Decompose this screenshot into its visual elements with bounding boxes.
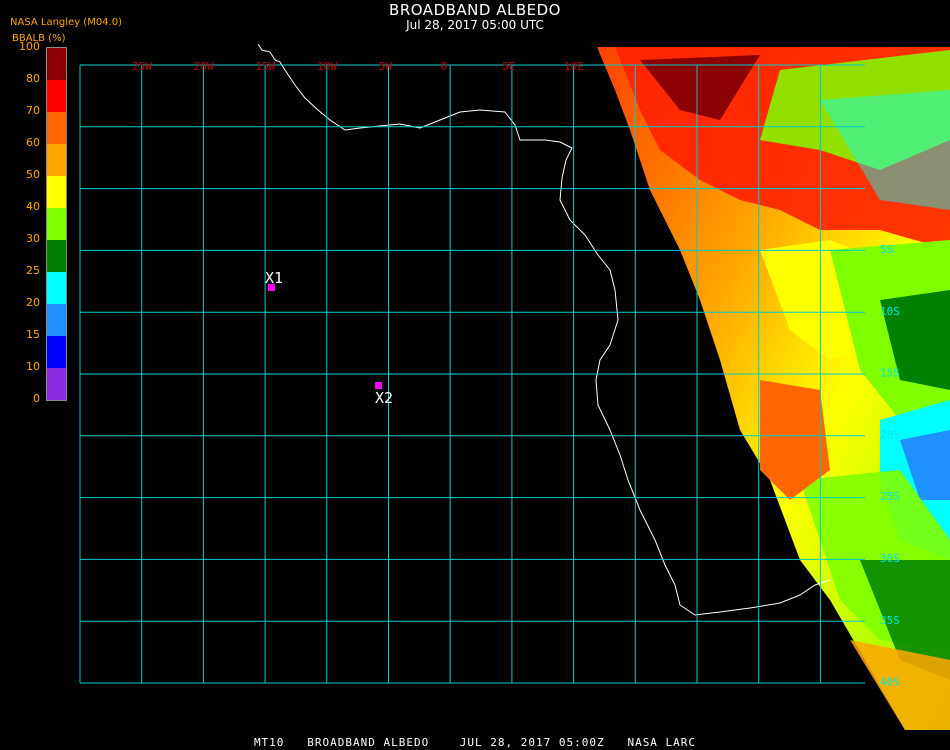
longitude-label: 10W: [317, 60, 337, 73]
marker-x2: X2: [375, 382, 393, 407]
longitude-label: 5W: [379, 60, 393, 73]
latitude-label: 35S: [880, 614, 900, 627]
longitude-label: 15W: [255, 60, 275, 73]
latitude-label: 40S: [880, 676, 900, 689]
longitude-labels: 25W 20W 15W 10W 5W 0 5E 10E: [132, 60, 584, 73]
latitude-label: 25S: [880, 490, 900, 503]
marker-x1: X1: [265, 269, 283, 291]
longitude-label: 5E: [502, 60, 515, 73]
marker-x1-label: X1: [265, 269, 283, 287]
longitude-label: 10E: [564, 60, 584, 73]
latitude-label: 20S: [880, 428, 900, 441]
longitude-label: 20W: [194, 60, 214, 73]
longitude-label: 25W: [132, 60, 152, 73]
latitude-label: 5S: [880, 243, 893, 256]
latitude-label: 10S: [880, 305, 900, 318]
albedo-field: [597, 47, 950, 730]
footer-caption: MT10 BROADBAND ALBEDO JUL 28, 2017 05:00…: [253, 736, 697, 749]
longitude-label: 0: [441, 60, 448, 73]
albedo-map: 25W 20W 15W 10W 5W 0 5E 10E 5S 10S 15S 20S 25S 30S 35…: [79, 43, 950, 730]
latitude-label: 15S: [880, 367, 900, 380]
latitude-label: 30S: [880, 552, 900, 565]
marker-x2-label: X2: [375, 389, 393, 407]
